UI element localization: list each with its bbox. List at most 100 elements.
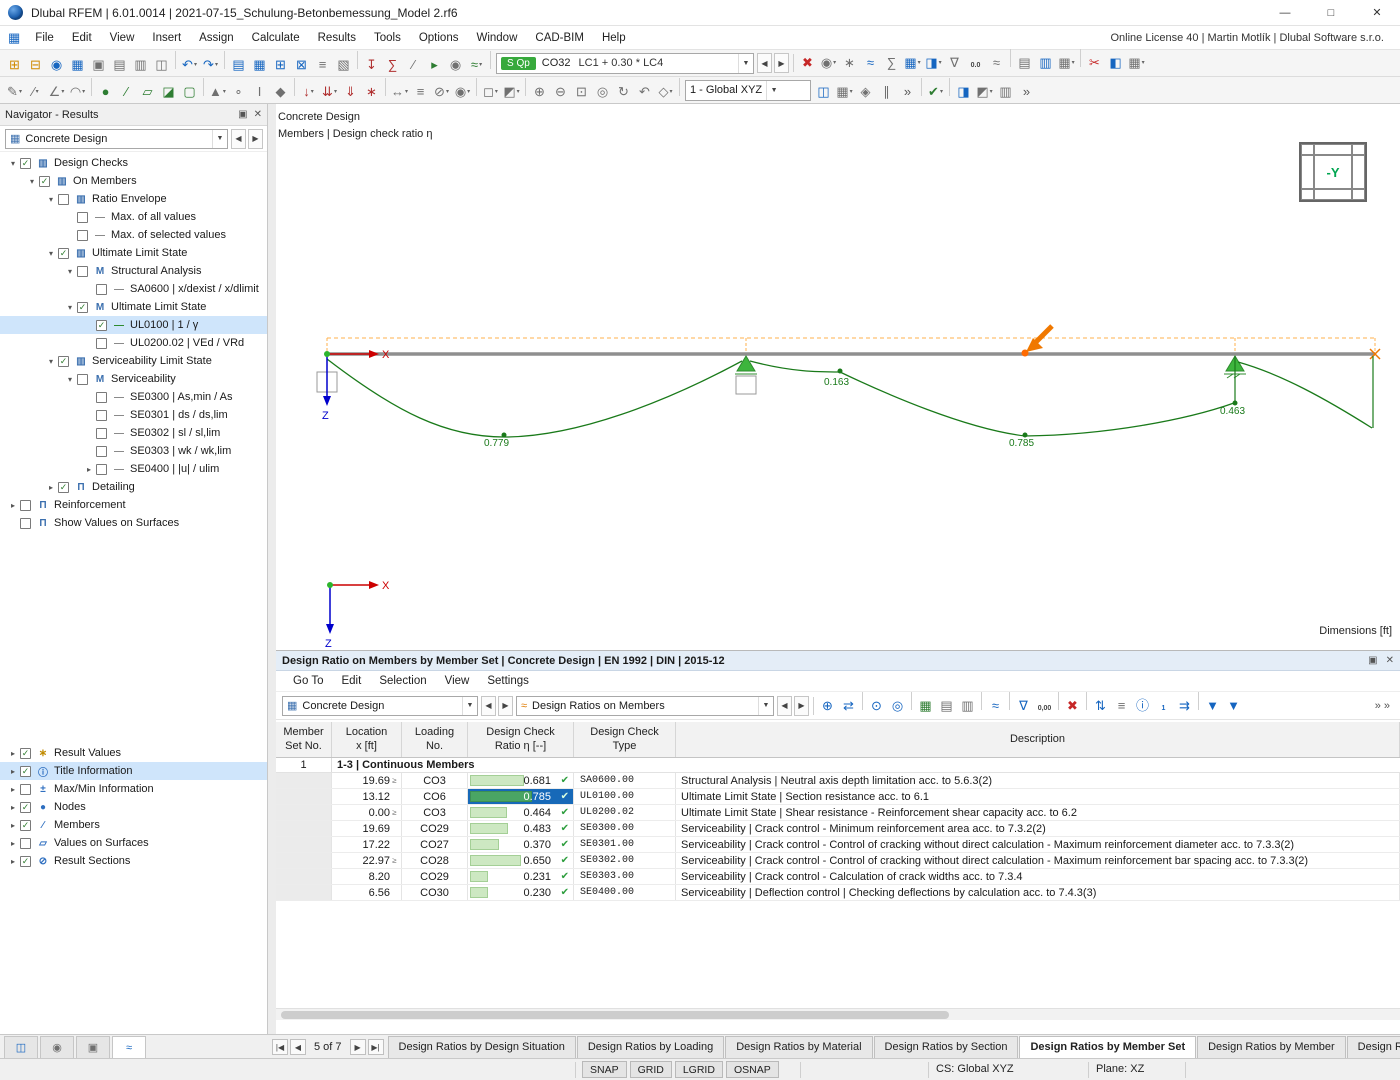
checkbox[interactable]: ✓ <box>58 482 69 493</box>
checkbox[interactable] <box>20 500 31 511</box>
expand-icon[interactable]: ▸ <box>6 501 20 510</box>
ratio-cell[interactable]: 0.785✔ <box>468 789 574 804</box>
expand-icon[interactable]: ▸ <box>6 857 20 866</box>
collapse-icon[interactable]: ▾ <box>63 267 77 276</box>
ratio-cell[interactable]: 0.650✔ <box>468 853 574 868</box>
next-table-page-button[interactable]: ▶ <box>350 1039 366 1055</box>
tab-design-ratios-by-member-set[interactable]: Design Ratios by Member Set <box>1019 1036 1196 1058</box>
opening-icon[interactable]: ▢ <box>179 80 200 102</box>
checkbox[interactable]: ✓ <box>20 802 31 813</box>
table-results-icon[interactable]: ⊠ <box>291 53 312 75</box>
first-table-button[interactable]: |◀ <box>272 1039 288 1055</box>
tree-item-max-of-selected-values[interactable]: —Max. of selected values <box>0 226 267 244</box>
column-header-design-check-type[interactable]: Design Check Type <box>574 722 676 757</box>
next-load-combination-button[interactable]: ▶ <box>774 53 789 73</box>
print-table-icon[interactable]: ▥ <box>957 694 978 716</box>
table-row[interactable]: 17.22CO270.370✔SE0301.00Serviceability |… <box>276 837 1400 853</box>
delete-results-icon[interactable]: ✖ <box>797 52 818 74</box>
export-excel-icon[interactable]: ▦ <box>915 694 936 716</box>
tab-design-ratios-by-design-situation[interactable]: Design Ratios by Design Situation <box>388 1036 576 1058</box>
close-button[interactable]: ✕ <box>1354 0 1400 26</box>
table-menu-view[interactable]: View <box>436 671 479 692</box>
surface-icon[interactable]: ▱ <box>137 80 158 102</box>
open-model-icon[interactable]: ⊟ <box>25 53 46 75</box>
clear-filter-icon[interactable]: ✖ <box>1062 694 1083 716</box>
tree-item-result-sections[interactable]: ▸✓⊘Result Sections <box>0 852 267 870</box>
checkbox[interactable]: ✓ <box>20 820 31 831</box>
origin-node[interactable] <box>324 351 330 357</box>
tree-item-on-members[interactable]: ▾✓▥On Members <box>0 172 267 190</box>
previous-load-combination-button[interactable]: ◀ <box>757 53 772 73</box>
ratio-cell[interactable]: 0.370✔ <box>468 837 574 852</box>
ratio-cell[interactable]: 0.464✔ <box>468 805 574 820</box>
menu-file[interactable]: File <box>26 32 63 44</box>
tree-item-nodes[interactable]: ▸✓●Nodes <box>0 798 267 816</box>
last-table-button[interactable]: ▶| <box>368 1039 384 1055</box>
zoom-out-icon[interactable]: ⊖ <box>550 80 571 102</box>
annotation-icon[interactable]: ≡ <box>410 80 431 102</box>
display-properties-icon[interactable]: ▥ <box>995 80 1016 102</box>
previous-table-button[interactable]: ◀ <box>481 696 496 716</box>
toggle-osnap[interactable]: OSNAP <box>726 1061 779 1078</box>
work-plane-status[interactable]: Plane: XZ <box>1096 1063 1144 1075</box>
tree-item-result-values[interactable]: ▸✓∗Result Values <box>0 744 267 762</box>
copy-icon[interactable]: ◫ <box>151 53 172 75</box>
node-icon[interactable]: ● <box>95 80 116 102</box>
checkbox[interactable]: ✓ <box>39 176 50 187</box>
menu-window[interactable]: Window <box>467 32 526 44</box>
checkbox[interactable] <box>77 266 88 277</box>
printout-report-icon[interactable]: ▥ <box>1035 52 1056 74</box>
new-model-icon[interactable]: ⊞ <box>4 53 25 75</box>
charts-tab[interactable]: ≈ <box>112 1036 146 1058</box>
load-combination-select[interactable]: S Qp CO32 LC1 + 0.30 * LC4 ▼ <box>496 53 754 74</box>
tree-item-values-on-surfaces[interactable]: ▸▱Values on Surfaces <box>0 834 267 852</box>
load-combinations-icon[interactable]: ∑ <box>382 53 403 75</box>
menu-edit[interactable]: Edit <box>63 32 101 44</box>
tree-item-members[interactable]: ▸✓∕Members <box>0 816 267 834</box>
dlubal-center-icon[interactable]: ◉ <box>46 53 67 75</box>
scrollbar-thumb[interactable] <box>281 1011 949 1019</box>
visibility-tab[interactable]: ◉ <box>40 1036 74 1058</box>
checkbox[interactable] <box>77 212 88 223</box>
tab-design-ratios-by-section[interactable]: Design Ratios by Section <box>874 1036 1019 1058</box>
zoom-to-row-icon[interactable]: ⊙ <box>866 694 887 716</box>
collapse-icon[interactable]: ▾ <box>25 177 39 186</box>
export-csv-icon[interactable]: ▤ <box>936 694 957 716</box>
support-icon[interactable]: ▲▾ <box>207 80 228 102</box>
jump-to-graphic-icon[interactable]: ⊕ <box>817 694 838 716</box>
display-results-icon[interactable]: ◨▾ <box>923 52 944 74</box>
isometric-view-icon[interactable]: ◇▾ <box>655 80 676 102</box>
imperfections-icon[interactable]: ∕ <box>403 53 424 75</box>
expand-icon[interactable]: ▸ <box>6 821 20 830</box>
select-special-icon[interactable]: ◩▾ <box>501 80 522 102</box>
save-icon[interactable]: ▤ <box>109 53 130 75</box>
checkbox[interactable] <box>96 446 107 457</box>
collapse-icon[interactable]: ▾ <box>63 375 77 384</box>
more-toolbar-icon[interactable]: » <box>1016 80 1037 102</box>
previous-view-button[interactable]: ◀ <box>777 696 792 716</box>
solid-icon[interactable]: ◪ <box>158 80 179 102</box>
tree-item-se0303-wk-wk-lim[interactable]: —SE0303 | wk / wk,lim <box>0 442 267 460</box>
recalculate-icon[interactable]: ◉▾ <box>818 52 839 74</box>
previous-table-page-button[interactable]: ◀ <box>290 1039 306 1055</box>
ratio-cell[interactable]: 0.230✔ <box>468 885 574 900</box>
relation-scope-icon[interactable]: ⇉ <box>1174 694 1195 716</box>
table-filter-icon[interactable]: ▧ <box>333 53 354 75</box>
tree-item-show-values-on-surfaces[interactable]: ΠShow Values on Surfaces <box>0 514 267 532</box>
next-table-button[interactable]: ▶ <box>498 696 513 716</box>
load-cases-icon[interactable]: ↧ <box>361 53 382 75</box>
checkbox[interactable] <box>96 392 107 403</box>
smooth-results-icon[interactable]: ≈ <box>986 52 1007 74</box>
collapse-icon[interactable]: ▾ <box>6 159 20 168</box>
calculate-all-icon[interactable]: ▸ <box>424 53 445 75</box>
table-manager-icon[interactable]: ▦ <box>249 53 270 75</box>
expand-icon[interactable]: ▸ <box>6 785 20 794</box>
collapse-icon[interactable]: ▾ <box>63 303 77 312</box>
tree-item-se0300-as-min-as[interactable]: —SE0300 | As,min / As <box>0 388 267 406</box>
undo-icon[interactable]: ↶▾ <box>179 53 200 75</box>
menu-cad-bim[interactable]: CAD-BIM <box>526 32 593 44</box>
print-graphic-icon[interactable]: ▥ <box>130 53 151 75</box>
load-wizard-icon[interactable]: ∗ <box>361 80 382 102</box>
clipping-plane-icon[interactable]: ✂ <box>1084 52 1105 74</box>
result-diagrams-icon[interactable]: ≈ <box>860 52 881 74</box>
